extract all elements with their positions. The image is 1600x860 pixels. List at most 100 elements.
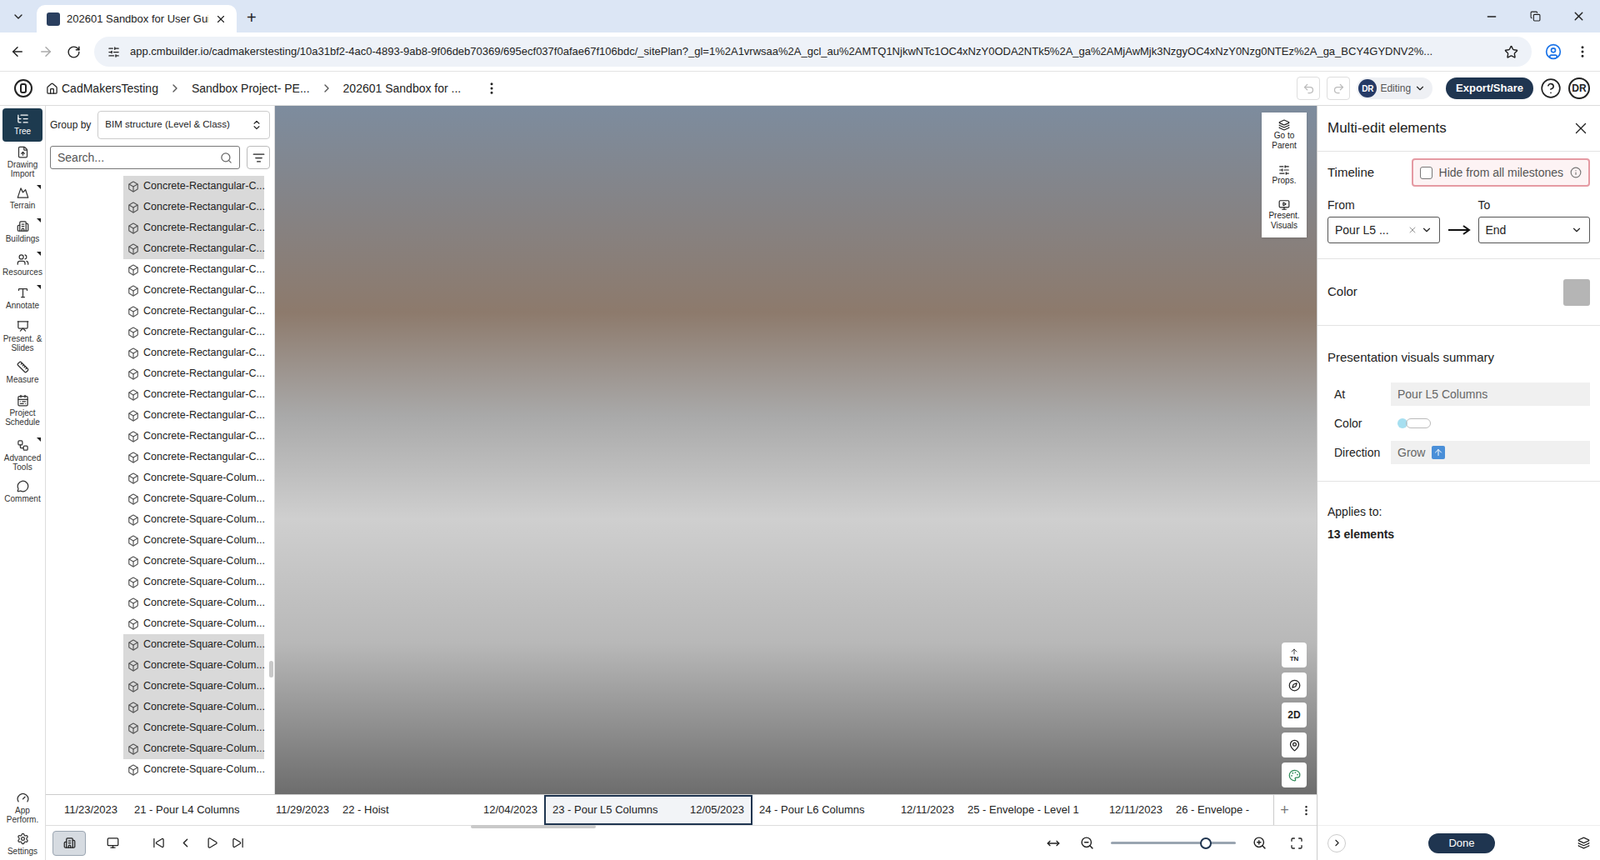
tree-row[interactable]: Concrete-Square-Colum... <box>123 675 265 697</box>
forward-icon[interactable] <box>38 44 54 60</box>
rail-item[interactable]: Measure <box>2 356 43 390</box>
redo-button[interactable] <box>1326 76 1350 100</box>
tab-list-button[interactable] <box>6 5 30 29</box>
view-mode-button[interactable]: 2D <box>1281 702 1307 728</box>
play-icon[interactable] <box>205 836 219 850</box>
tree-row[interactable]: Concrete-Rectangular-C... <box>123 196 265 218</box>
profile-icon[interactable] <box>1545 43 1562 60</box>
clear-icon[interactable] <box>1407 225 1418 235</box>
tree-scrollbar[interactable] <box>267 175 275 795</box>
tree-row[interactable]: Concrete-Rectangular-C... <box>123 363 265 385</box>
zoom-out-icon[interactable] <box>1080 835 1095 850</box>
rail-item[interactable]: Annotate <box>2 282 43 316</box>
tree-row[interactable]: Concrete-Square-Colum... <box>123 550 265 572</box>
close-window-button[interactable] <box>1556 0 1600 33</box>
color-swatch[interactable] <box>1563 279 1590 306</box>
to-select[interactable]: End <box>1478 216 1591 244</box>
orbit-button[interactable] <box>1281 672 1307 698</box>
tree-row[interactable]: Concrete-Rectangular-C... <box>123 446 265 468</box>
tree-row[interactable]: Concrete-Rectangular-C... <box>123 321 265 343</box>
url-field[interactable]: app.cmbuilder.io/cadmakerstesting/10a31b… <box>94 36 1532 67</box>
info-icon[interactable] <box>1570 166 1582 179</box>
breadcrumb[interactable]: 202601 Sandbox for ... <box>343 80 462 98</box>
close-tab-icon[interactable] <box>215 13 227 25</box>
zoom-slider-knob[interactable] <box>1200 837 1212 850</box>
rail-item[interactable]: Project Schedule <box>2 390 43 435</box>
timeline-milestone[interactable]: 25 - Envelope - Level 112/11/2023 <box>960 795 1170 825</box>
viewport-tool[interactable]: Go to Parent <box>1261 115 1307 155</box>
rail-item[interactable]: App Perform. <box>0 787 45 829</box>
viewport-tool[interactable]: Props. <box>1272 160 1297 190</box>
tree-row[interactable]: Concrete-Square-Colum... <box>123 696 265 718</box>
viewport-tool[interactable]: Present. Visuals <box>1261 195 1307 235</box>
project-menu-icon[interactable] <box>484 80 500 96</box>
timeline-menu-button[interactable] <box>1295 795 1317 825</box>
tree-row[interactable]: Concrete-Square-Colum... <box>123 655 265 676</box>
filter-button[interactable] <box>246 145 270 170</box>
bookmark-icon[interactable] <box>1504 45 1519 60</box>
timeline-milestone[interactable]: 24 - Pour L6 Columns12/11/2023 <box>752 795 961 825</box>
tree-row[interactable]: Concrete-Rectangular-C... <box>123 405 265 426</box>
minimize-button[interactable] <box>1470 0 1514 33</box>
timeline-milestone[interactable]: 22 - Hoist12/04/2023 <box>335 795 545 825</box>
new-tab-button[interactable]: + <box>246 9 257 26</box>
rail-item[interactable]: Resources <box>2 249 43 283</box>
timeline-milestone[interactable]: 23 - Pour L5 Columns12/05/2023 <box>544 795 753 825</box>
first-icon[interactable] <box>152 836 165 850</box>
close-panel-icon[interactable] <box>1571 119 1590 138</box>
tree-row[interactable]: Concrete-Rectangular-C... <box>123 384 265 405</box>
tree-row[interactable]: Concrete-Square-Colum... <box>123 592 265 614</box>
view-toggle-button[interactable] <box>52 830 86 856</box>
previous-icon[interactable] <box>178 835 193 850</box>
export-button[interactable]: Export/Share <box>1445 77 1534 100</box>
group-by-select[interactable]: BIM structure (Level & Class) <box>97 110 270 140</box>
tree-row[interactable]: Concrete-Rectangular-C... <box>123 425 265 447</box>
browser-tab[interactable]: 202601 Sandbox for User Guid <box>36 5 237 33</box>
help-icon[interactable] <box>1540 77 1562 100</box>
back-icon[interactable] <box>10 44 25 60</box>
tree-row[interactable]: Concrete-Rectangular-C... <box>123 238 265 260</box>
tree-row[interactable]: Concrete-Square-Colum... <box>123 571 265 593</box>
legend-button[interactable] <box>1281 762 1307 788</box>
expand-button[interactable] <box>1327 834 1346 853</box>
breadcrumb[interactable]: Sandbox Project- PE... <box>191 80 310 98</box>
rail-item[interactable]: Terrain <box>2 182 43 216</box>
tree-row[interactable]: Concrete-Square-Colum... <box>123 634 265 655</box>
zoom-in-icon[interactable] <box>1252 835 1267 850</box>
timeline-scrollbar[interactable] <box>470 825 596 829</box>
tree-row[interactable]: Concrete-Rectangular-C... <box>123 175 265 197</box>
zoom-slider[interactable] <box>1110 836 1236 850</box>
fullscreen-icon[interactable] <box>1290 836 1304 850</box>
tree-row[interactable]: Concrete-Square-Colum... <box>123 613 265 635</box>
rail-item[interactable]: Drawing Import <box>2 141 43 183</box>
done-button[interactable]: Done <box>1428 833 1495 854</box>
rail-item[interactable]: Tree <box>2 108 43 142</box>
tree-row[interactable]: Concrete-Square-Colum... <box>123 717 265 739</box>
timeline-milestone[interactable]: 26 - Envelope - <box>1169 795 1263 825</box>
logo[interactable] <box>0 78 46 99</box>
avatar[interactable]: DR <box>1568 77 1590 100</box>
hide-checkbox[interactable]: Hide from all milestones <box>1411 158 1590 187</box>
rail-item[interactable]: Comment <box>2 475 43 510</box>
timeline-milestone[interactable]: 21 - Pour L4 Columns11/29/2023 <box>127 795 336 825</box>
pedestrian-button[interactable] <box>1281 732 1307 758</box>
from-select[interactable]: Pour L5 ... <box>1327 216 1440 244</box>
breadcrumb[interactable]: CadMakersTesting <box>45 80 159 98</box>
add-milestone-button[interactable]: + <box>1273 795 1295 825</box>
rail-item[interactable]: Buildings <box>2 215 43 250</box>
undo-button[interactable] <box>1296 76 1320 100</box>
tree-row[interactable]: Concrete-Square-Colum... <box>123 488 265 510</box>
fit-icon[interactable] <box>1046 836 1060 850</box>
tree-row[interactable]: Concrete-Rectangular-C... <box>123 259 265 280</box>
restore-button[interactable] <box>1513 0 1557 33</box>
browser-menu-icon[interactable] <box>1575 44 1590 60</box>
tree-row[interactable]: Concrete-Rectangular-C... <box>123 280 265 301</box>
tree-row[interactable]: Concrete-Square-Colum... <box>123 509 265 530</box>
site-info-icon[interactable] <box>107 45 120 59</box>
tree-row[interactable]: Concrete-Rectangular-C... <box>123 217 265 239</box>
rail-item[interactable]: Settings <box>0 828 45 860</box>
tree-row[interactable]: Concrete-Rectangular-C... <box>123 342 265 364</box>
reload-icon[interactable] <box>66 45 81 60</box>
3d-viewport[interactable]: Go to ParentProps.Present. VisualsTN2D <box>275 105 1317 795</box>
tree-row[interactable]: Concrete-Square-Colum... <box>123 738 265 760</box>
